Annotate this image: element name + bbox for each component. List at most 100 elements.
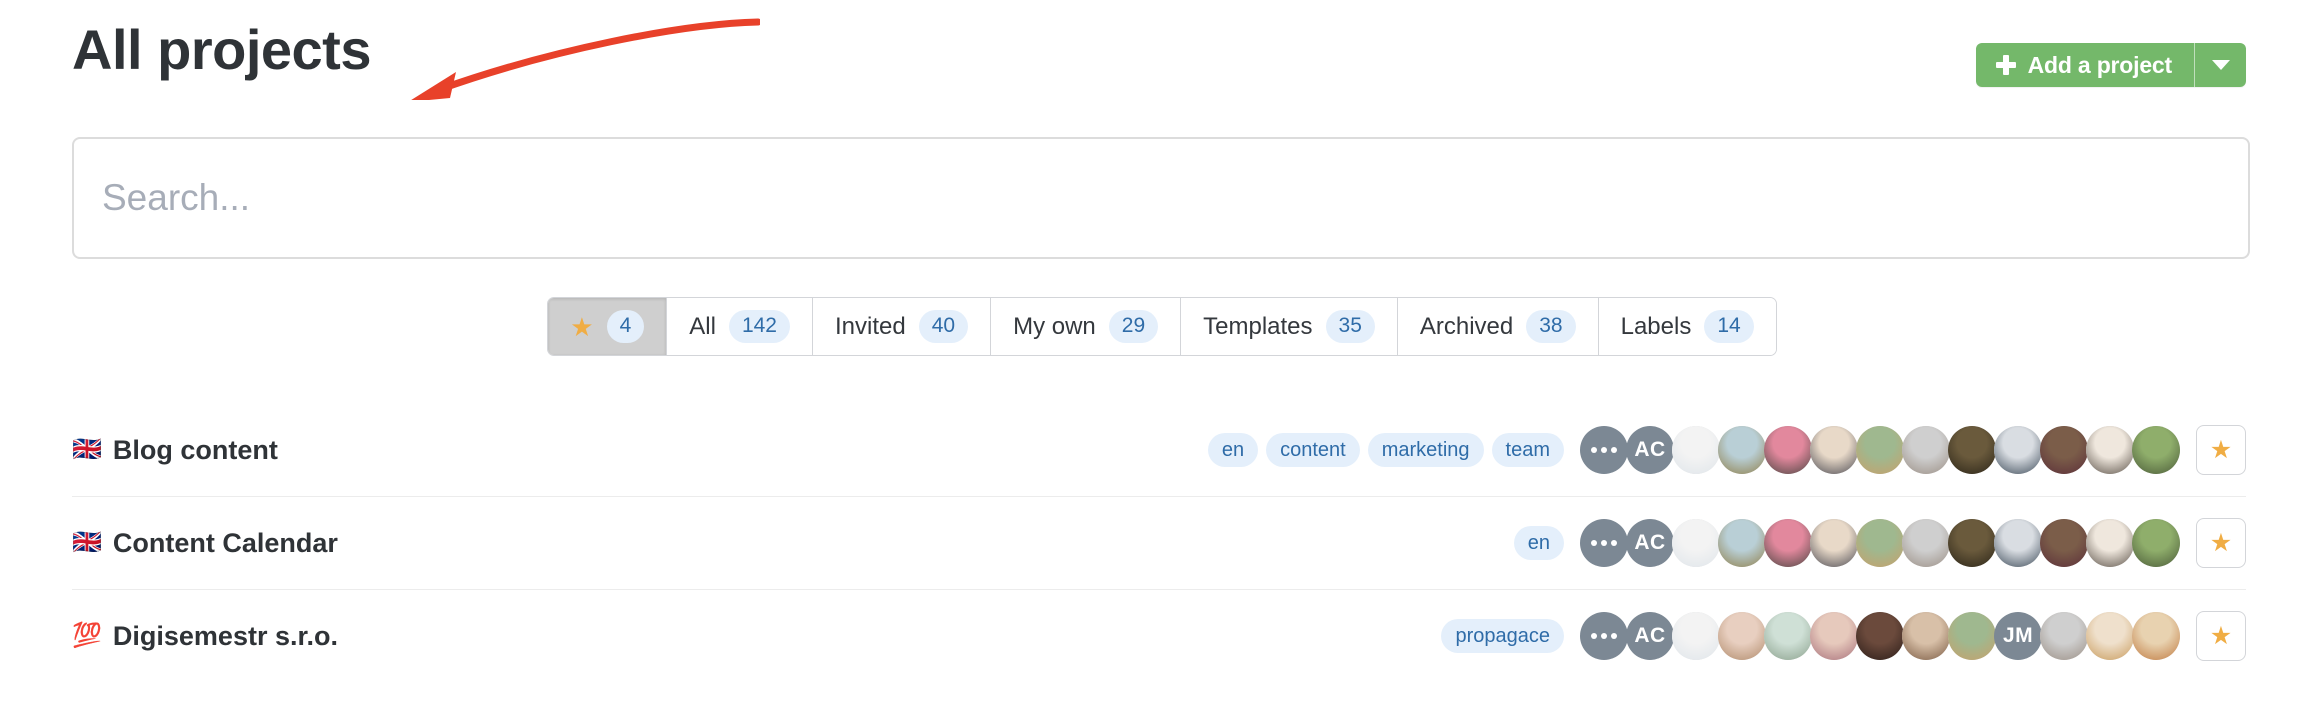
avatar[interactable]	[1764, 519, 1812, 567]
search-box[interactable]	[72, 137, 2250, 259]
avatar[interactable]	[2086, 612, 2134, 660]
avatar-image	[2040, 519, 2088, 567]
add-project-button-group[interactable]: Add a project	[1975, 43, 2246, 87]
avatar-image	[1764, 519, 1812, 567]
avatar[interactable]	[1810, 612, 1858, 660]
tabs-group: ★ 4 All 142 Invited 40 My own 29 Templates 35 Arch…	[547, 297, 1777, 356]
star-icon: ★	[2209, 435, 2233, 464]
more-members-icon[interactable]	[1580, 519, 1628, 567]
avatar[interactable]	[1856, 519, 1904, 567]
favorite-star-button[interactable]: ★	[2196, 425, 2246, 475]
avatar[interactable]	[1672, 426, 1720, 474]
tab-count-badge: 40	[918, 310, 969, 343]
add-a-project-label: Add a project	[2027, 51, 2173, 78]
avatar[interactable]	[1718, 519, 1766, 567]
avatar[interactable]	[2086, 519, 2134, 567]
tab-label: Templates	[1203, 312, 1313, 340]
project-tag[interactable]: propagace	[1441, 619, 1564, 653]
favorite-star-button[interactable]: ★	[2196, 518, 2246, 568]
avatar[interactable]	[1764, 612, 1812, 660]
avatar[interactable]: JM	[1994, 612, 2042, 660]
avatar[interactable]	[2040, 612, 2088, 660]
tab-my-own[interactable]: My own 29	[991, 298, 1182, 355]
avatar[interactable]	[2040, 519, 2088, 567]
avatar[interactable]	[1764, 426, 1812, 474]
project-name[interactable]: 🇬🇧 Content Calendar	[72, 528, 372, 559]
tab-count-badge: 38	[1526, 310, 1576, 343]
project-tag[interactable]: content	[1266, 433, 1360, 467]
avatar[interactable]	[1672, 519, 1720, 567]
add-project-dropdown-button[interactable]	[2194, 43, 2246, 87]
project-row-right: propagace AC JM ★	[1441, 611, 2246, 661]
avatar[interactable]	[1902, 426, 1950, 474]
avatar[interactable]	[1994, 519, 2042, 567]
avatar-image	[1672, 519, 1720, 567]
project-tag[interactable]: en	[1513, 526, 1564, 560]
tab-all[interactable]: All 142	[667, 298, 813, 355]
avatar[interactable]: AC	[1626, 519, 1674, 567]
avatar-image	[1902, 519, 1950, 567]
avatar-image	[2132, 612, 2180, 660]
avatar[interactable]	[2132, 612, 2180, 660]
project-name[interactable]: 💯 Digisemestr s.r.o.	[72, 621, 372, 652]
avatar-image	[1902, 426, 1950, 474]
avatar[interactable]	[1810, 426, 1858, 474]
avatar[interactable]	[1856, 612, 1904, 660]
tab-starred[interactable]: ★ 4	[548, 298, 668, 355]
project-tag[interactable]: team	[1491, 433, 1564, 467]
page-header: All projects Add a project	[0, 0, 2324, 110]
more-members-icon[interactable]	[1580, 612, 1628, 660]
tab-label: Labels	[1620, 312, 1692, 340]
avatar[interactable]	[1948, 426, 1996, 474]
avatar[interactable]	[2132, 426, 2180, 474]
tab-templates[interactable]: Templates 35	[1181, 298, 1398, 355]
avatar-image	[1856, 426, 1904, 474]
chevron-down-icon	[2211, 60, 2230, 70]
avatar-image	[1764, 426, 1812, 474]
tab-count-badge: 14	[1704, 310, 1754, 343]
favorite-star-button[interactable]: ★	[2196, 611, 2246, 661]
project-members: AC	[1580, 426, 2180, 474]
avatar[interactable]	[1948, 612, 1996, 660]
projects-list: 🇬🇧 Blog content en content marketing team AC ★ 🇬…	[72, 404, 2246, 682]
project-row[interactable]: 🇬🇧 Blog content en content marketing team AC ★	[72, 404, 2246, 497]
avatar-image	[2040, 426, 2088, 474]
avatar[interactable]	[1672, 612, 1720, 660]
project-row[interactable]: 🇬🇧 Content Calendar en AC ★	[72, 497, 2246, 590]
avatar[interactable]	[1948, 519, 1996, 567]
avatar-image	[2132, 519, 2180, 567]
project-tag[interactable]: marketing	[1367, 433, 1484, 467]
avatar[interactable]	[1902, 612, 1950, 660]
avatar[interactable]	[2132, 519, 2180, 567]
avatar[interactable]	[2040, 426, 2088, 474]
project-filter-tabs: ★ 4 All 142 Invited 40 My own 29 Templates 35 Arch…	[0, 297, 2324, 356]
project-name-label: Digisemestr s.r.o.	[112, 620, 338, 651]
plus-icon	[1995, 55, 2016, 75]
avatar[interactable]	[1718, 426, 1766, 474]
tab-archived[interactable]: Archived 38	[1397, 298, 1599, 355]
add-a-project-button[interactable]: Add a project	[1975, 43, 2194, 87]
avatar[interactable]	[1810, 519, 1858, 567]
tab-invited[interactable]: Invited 40	[813, 298, 992, 355]
project-emoji-icon: 🇬🇧	[72, 529, 102, 556]
search-input[interactable]	[74, 175, 2248, 221]
project-tag[interactable]: en	[1207, 433, 1259, 467]
avatar-image	[1994, 519, 2042, 567]
project-row[interactable]: 💯 Digisemestr s.r.o. propagace AC JM ★	[72, 590, 2246, 682]
avatar[interactable]	[1718, 612, 1766, 660]
avatar[interactable]: AC	[1626, 612, 1674, 660]
avatar[interactable]	[2086, 426, 2134, 474]
tab-label: All	[689, 312, 716, 340]
tab-count-badge: 142	[728, 310, 790, 343]
avatar[interactable]	[1994, 426, 2042, 474]
project-name[interactable]: 🇬🇧 Blog content	[72, 435, 372, 466]
avatar[interactable]: AC	[1626, 426, 1674, 474]
more-members-icon[interactable]	[1580, 426, 1628, 474]
tab-label: Archived	[1419, 312, 1514, 340]
avatar[interactable]	[1902, 519, 1950, 567]
avatar[interactable]	[1856, 426, 1904, 474]
avatar-image	[1994, 426, 2042, 474]
avatar-image	[1948, 519, 1996, 567]
project-row-right: en AC ★	[1513, 518, 2246, 568]
tab-labels[interactable]: Labels 14	[1598, 298, 1776, 355]
